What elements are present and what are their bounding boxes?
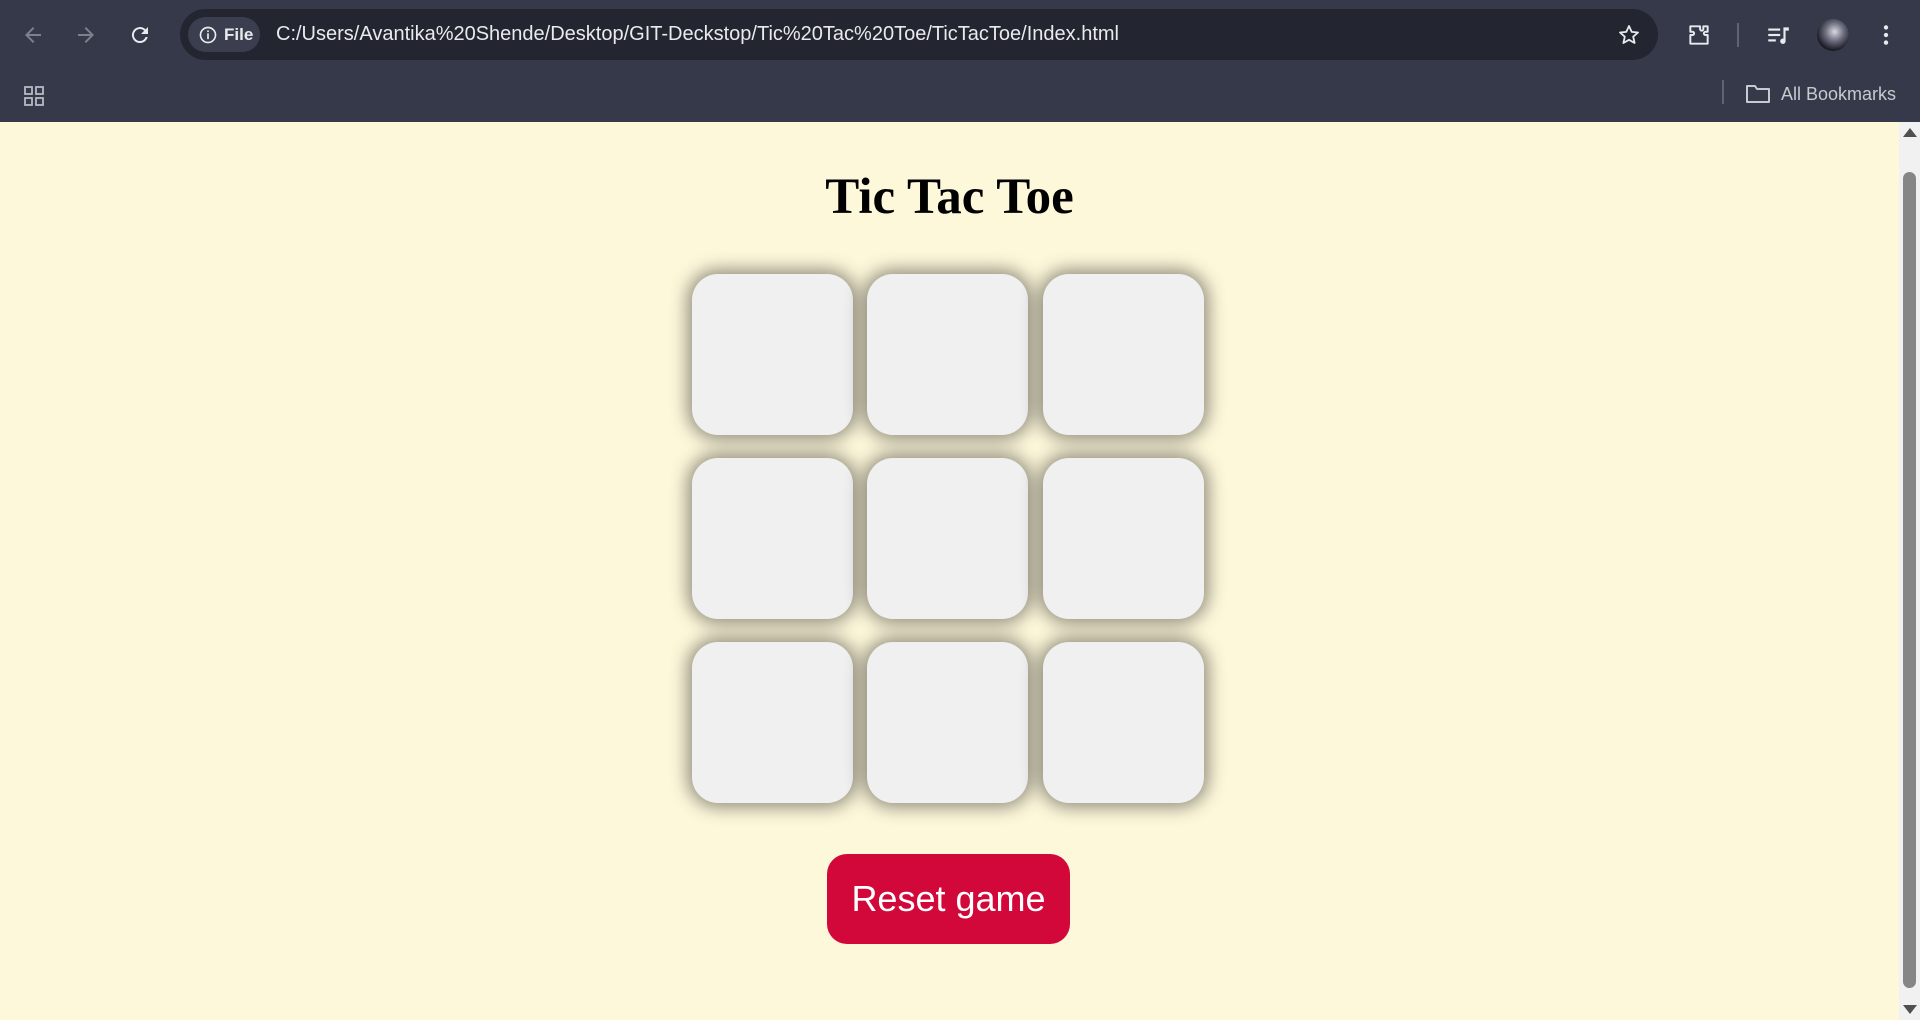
scroll-up-arrow-icon[interactable]	[1903, 128, 1917, 137]
scroll-down-arrow-icon[interactable]	[1903, 1005, 1917, 1014]
site-info-chip[interactable]: File	[188, 17, 260, 52]
media-queue-icon	[1768, 27, 1789, 44]
board-cell-3[interactable]	[1043, 274, 1204, 435]
page-scrollbar[interactable]	[1899, 122, 1920, 1020]
address-bar[interactable]: File C:/Users/Avantika%20Shende/Desktop/…	[180, 9, 1658, 60]
back-button[interactable]	[13, 15, 53, 55]
profile-avatar[interactable]	[1817, 19, 1849, 51]
board-cell-7[interactable]	[692, 642, 853, 803]
reset-game-button[interactable]: Reset game	[827, 854, 1070, 944]
apps-grid-icon	[24, 86, 44, 106]
back-arrow-icon	[25, 27, 41, 43]
reload-button[interactable]	[120, 15, 160, 55]
browser-chrome: File C:/Users/Avantika%20Shende/Desktop/…	[0, 0, 1920, 122]
menu-dots-icon	[1883, 25, 1889, 45]
browser-toolbar: File C:/Users/Avantika%20Shende/Desktop/…	[0, 0, 1920, 70]
browser-menu-button[interactable]	[1868, 17, 1904, 53]
toolbar-separator	[1737, 23, 1739, 47]
page-content: Tic Tac Toe Reset game	[0, 122, 1899, 1020]
scheme-label: File	[224, 24, 254, 44]
folder-icon	[1746, 85, 1770, 103]
board-cell-9[interactable]	[1043, 642, 1204, 803]
reload-icon	[131, 27, 148, 44]
forward-arrow-icon	[78, 27, 94, 43]
board-cell-5[interactable]	[867, 458, 1028, 619]
media-queue-button[interactable]	[1760, 17, 1796, 53]
all-bookmarks-label: All Bookmarks	[1781, 83, 1897, 104]
extensions-button[interactable]	[1681, 17, 1717, 53]
bookmark-star-button[interactable]	[1614, 20, 1644, 50]
board-cell-8[interactable]	[867, 642, 1028, 803]
board-cell-4[interactable]	[692, 458, 853, 619]
extensions-icon	[1689, 25, 1709, 45]
star-icon	[1619, 25, 1639, 44]
url-text[interactable]: C:/Users/Avantika%20Shende/Desktop/GIT-D…	[276, 9, 1119, 60]
board-cell-2[interactable]	[867, 274, 1028, 435]
page-title: Tic Tac Toe	[825, 169, 1074, 225]
all-bookmarks-button[interactable]: All Bookmarks	[1745, 76, 1896, 112]
scrollbar-thumb[interactable]	[1903, 172, 1916, 988]
info-icon	[199, 26, 217, 43]
bookmarks-separator	[1722, 80, 1724, 104]
apps-button[interactable]	[16, 78, 52, 114]
bookmarks-bar: All Bookmarks	[0, 70, 1920, 122]
board-cell-6[interactable]	[1043, 458, 1204, 619]
board-cell-1[interactable]	[692, 274, 853, 435]
game-board	[692, 274, 1206, 806]
forward-button[interactable]	[66, 15, 106, 55]
